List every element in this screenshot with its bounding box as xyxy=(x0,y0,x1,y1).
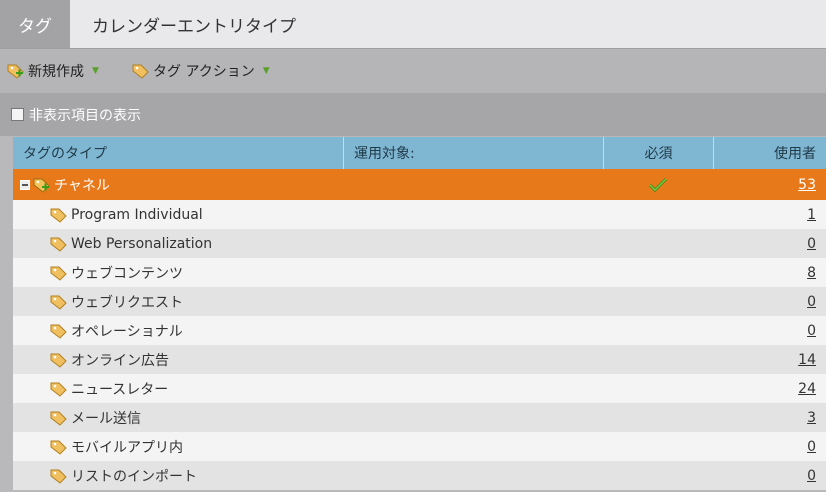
tag-name-cell: リストのインポート xyxy=(13,466,603,486)
group-tag-icon xyxy=(33,178,50,193)
tag-name: リストのインポート xyxy=(71,468,197,485)
tag-name: Program Individual xyxy=(71,206,203,223)
column-header-applies-to[interactable]: 運用対象: xyxy=(344,137,604,169)
tag-name: メール送信 xyxy=(71,410,141,427)
usage-count-cell: 0 xyxy=(713,236,826,252)
tag-name-cell: Program Individual xyxy=(13,207,603,223)
table-row[interactable]: オンライン広告 14 xyxy=(13,345,826,374)
table-row[interactable]: ウェブコンテンツ 8 xyxy=(13,258,826,287)
tag-name-cell: モバイルアプリ内 xyxy=(13,437,603,457)
tag-name: オペレーショナル xyxy=(71,323,183,340)
usage-count-link[interactable]: 14 xyxy=(798,352,816,368)
usage-count-link[interactable]: 0 xyxy=(807,439,816,455)
filter-bar: 非表示項目の表示 xyxy=(0,93,826,136)
tag-types-grid: タグのタイプ 運用対象: 必須 使用者 チャネル 53 Program Indi… xyxy=(13,137,826,490)
tag-icon xyxy=(50,295,67,310)
usage-count-link[interactable]: 8 xyxy=(807,265,816,281)
usage-count-cell: 0 xyxy=(713,323,826,339)
tab-bar: タグ カレンダーエントリタイプ xyxy=(0,0,826,48)
toolbar: 新規作成 ▼ タグ アクション ▼ xyxy=(0,48,826,93)
usage-count-cell: 24 xyxy=(713,381,826,397)
group-row-channel[interactable]: チャネル 53 xyxy=(13,169,826,200)
tag-name-cell: オペレーショナル xyxy=(13,321,603,341)
usage-count-link[interactable]: 24 xyxy=(798,381,816,397)
tag-name: ニュースレター xyxy=(71,381,169,398)
grid-header: タグのタイプ 運用対象: 必須 使用者 xyxy=(13,137,826,169)
column-header-required[interactable]: 必須 xyxy=(604,137,714,169)
usage-count-link[interactable]: 0 xyxy=(807,294,816,310)
tag-icon xyxy=(50,324,67,339)
required-cell xyxy=(603,177,713,193)
group-name: チャネル xyxy=(54,177,110,194)
tag-action-button[interactable]: タグ アクション ▼ xyxy=(132,49,270,93)
chevron-down-icon: ▼ xyxy=(92,66,99,76)
tag-icon xyxy=(50,411,67,426)
usage-count-link[interactable]: 0 xyxy=(807,236,816,252)
usage-count-link[interactable]: 53 xyxy=(798,177,816,193)
tag-icon xyxy=(50,237,67,252)
usage-count-cell: 53 xyxy=(713,177,826,193)
usage-count-link[interactable]: 0 xyxy=(807,468,816,484)
tag-icon xyxy=(132,64,149,79)
tag-rows: Program Individual 1 Web Personalization 0 ウ… xyxy=(13,200,826,490)
usage-count-link[interactable]: 3 xyxy=(807,410,816,426)
new-tag-icon xyxy=(7,64,24,79)
usage-count-link[interactable]: 0 xyxy=(807,323,816,339)
tag-name: ウェブリクエスト xyxy=(71,294,183,311)
usage-count-cell: 8 xyxy=(713,265,826,281)
table-row[interactable]: ニュースレター 24 xyxy=(13,374,826,403)
show-hidden-checkbox[interactable] xyxy=(11,108,24,121)
table-row[interactable]: メール送信 3 xyxy=(13,403,826,432)
usage-count-cell: 0 xyxy=(713,439,826,455)
group-name-cell: チャネル xyxy=(13,175,603,195)
usage-count-cell: 0 xyxy=(713,468,826,484)
table-row[interactable]: Web Personalization 0 xyxy=(13,229,826,258)
new-button-label: 新規作成 xyxy=(28,64,84,80)
tag-name-cell: ニュースレター xyxy=(13,379,603,399)
table-row[interactable]: オペレーショナル 0 xyxy=(13,316,826,345)
tag-icon xyxy=(50,440,67,455)
usage-count-cell: 0 xyxy=(713,294,826,310)
usage-count-cell: 1 xyxy=(713,207,826,223)
chevron-down-icon: ▼ xyxy=(262,66,270,76)
tag-icon xyxy=(50,208,67,223)
tag-icon xyxy=(50,382,67,397)
tag-name: オンライン広告 xyxy=(71,352,169,369)
usage-count-link[interactable]: 1 xyxy=(807,207,816,223)
tag-name-cell: オンライン広告 xyxy=(13,350,603,370)
tag-name-cell: ウェブリクエスト xyxy=(13,292,603,312)
table-row[interactable]: Program Individual 1 xyxy=(13,200,826,229)
tag-icon xyxy=(50,353,67,368)
tag-icon xyxy=(50,469,67,484)
tag-name: Web Personalization xyxy=(71,235,213,252)
new-button[interactable]: 新規作成 ▼ xyxy=(7,49,99,93)
table-row[interactable]: モバイルアプリ内 0 xyxy=(13,432,826,461)
usage-count-cell: 14 xyxy=(713,352,826,368)
tag-name-cell: Web Personalization xyxy=(13,236,603,252)
usage-count-cell: 3 xyxy=(713,410,826,426)
table-row[interactable]: ウェブリクエスト 0 xyxy=(13,287,826,316)
tag-icon xyxy=(50,266,67,281)
column-header-type[interactable]: タグのタイプ xyxy=(13,137,344,169)
show-hidden-label: 非表示項目の表示 xyxy=(29,107,141,124)
tag-name-cell: メール送信 xyxy=(13,408,603,428)
tab-tags[interactable]: タグ xyxy=(0,0,70,48)
tag-name: ウェブコンテンツ xyxy=(71,265,183,282)
checkmark-icon xyxy=(649,177,667,192)
collapse-icon[interactable] xyxy=(20,179,30,190)
tag-action-label: タグ アクション xyxy=(153,64,255,80)
column-header-used-by[interactable]: 使用者 xyxy=(714,137,826,169)
tag-name: モバイルアプリ内 xyxy=(71,439,183,456)
tag-name-cell: ウェブコンテンツ xyxy=(13,263,603,283)
table-row[interactable]: リストのインポート 0 xyxy=(13,461,826,490)
tab-calendar-entry-types[interactable]: カレンダーエントリタイプ xyxy=(92,0,296,48)
